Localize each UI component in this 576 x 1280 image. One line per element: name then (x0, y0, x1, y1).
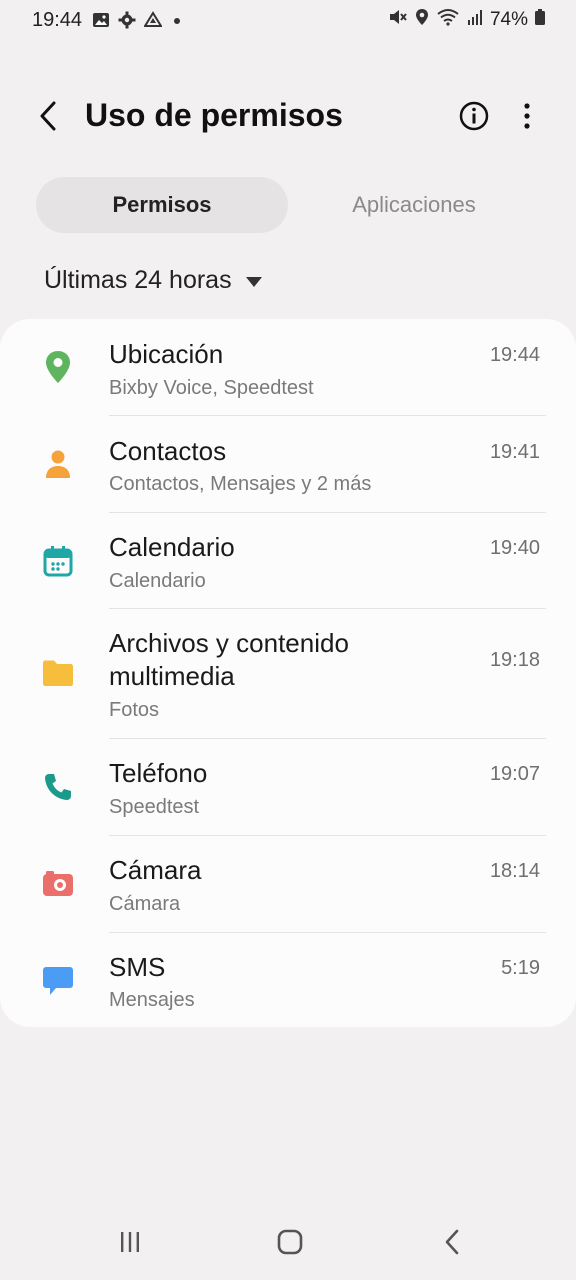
list-item-archivos[interactable]: Archivos y contenido multimedia Fotos 19… (0, 609, 576, 739)
list-item-contactos[interactable]: Contactos Contactos, Mensajes y 2 más 19… (0, 416, 576, 512)
permission-time: 19:18 (489, 649, 540, 671)
camera-icon (40, 866, 76, 902)
status-time: 19:44 (32, 9, 83, 31)
permission-apps: Calendario (109, 570, 206, 592)
list-item-telefono[interactable]: Teléfono Speedtest 19:07 (0, 739, 576, 835)
permission-name: Ubicación (109, 339, 224, 369)
back-button[interactable] (30, 96, 66, 136)
back-nav-button[interactable] (428, 1224, 476, 1260)
tab-aplicaciones[interactable]: Aplicaciones (288, 177, 540, 233)
permission-apps: Fotos (109, 699, 160, 721)
list-item-camara[interactable]: Cámara Cámara 18:14 (0, 836, 576, 932)
calendar-icon (40, 543, 76, 579)
image-icon (92, 11, 110, 34)
folder-icon (40, 655, 76, 691)
more-options-button[interactable] (512, 96, 542, 136)
permission-apps: Cámara (109, 893, 181, 915)
battery-icon (534, 8, 546, 32)
recents-button[interactable] (106, 1224, 154, 1260)
permission-time: 19:41 (489, 441, 540, 463)
list-item-ubicacion[interactable]: Ubicación Bixby Voice, Speedtest 19:44 (0, 319, 576, 415)
time-range-label: Últimas 24 horas (44, 266, 232, 294)
permission-name: Teléfono (109, 758, 208, 788)
permission-name: Calendario (109, 532, 235, 562)
phone-icon (40, 769, 76, 805)
permission-name: Cámara (109, 855, 202, 885)
list-item-sms[interactable]: SMS Mensajes 5:19 (0, 933, 576, 1027)
drive-icon (143, 11, 163, 34)
page-title: Uso de permisos (85, 97, 343, 133)
location-icon (414, 8, 430, 32)
permission-time: 5:19 (501, 957, 540, 979)
battery-label: 74% (489, 9, 528, 30)
permissions-list: Ubicación Bixby Voice, Speedtest 19:44 C… (0, 319, 576, 1027)
info-button[interactable] (456, 98, 492, 134)
home-icon (277, 1229, 303, 1255)
message-icon (40, 963, 76, 999)
app-bar: Uso de permisos (0, 80, 576, 152)
more-vert-icon (524, 103, 530, 129)
tab-permisos[interactable]: Permisos (36, 177, 288, 233)
chevron-left-icon (40, 101, 56, 131)
permission-apps: Bixby Voice, Speedtest (109, 377, 314, 399)
permission-time: 19:40 (489, 537, 540, 559)
person-icon (40, 446, 76, 482)
permission-apps: Contactos, Mensajes y 2 más (109, 473, 372, 495)
list-item-calendario[interactable]: Calendario Calendario 19:40 (0, 513, 576, 608)
status-bar: 19:44 74% (0, 0, 576, 42)
permission-apps: Mensajes (109, 989, 195, 1011)
gear-icon (118, 11, 136, 34)
tab-bar: Permisos Aplicaciones (36, 177, 540, 233)
location-pin-icon (40, 349, 76, 385)
recents-icon (121, 1232, 139, 1252)
dropdown-arrow-icon (245, 276, 262, 287)
permission-name: Archivos y contenido multimedia (109, 628, 349, 691)
info-icon (459, 101, 489, 131)
permission-apps: Speedtest (109, 796, 200, 818)
home-button[interactable] (266, 1224, 314, 1260)
navigation-bar (0, 1210, 576, 1274)
time-range-dropdown[interactable]: Últimas 24 horas (44, 266, 262, 295)
back-icon (445, 1229, 459, 1255)
permission-name: Contactos (109, 436, 227, 466)
mute-icon (388, 8, 408, 32)
wifi-icon (436, 8, 460, 32)
permission-time: 18:14 (489, 860, 540, 882)
dot-icon (170, 11, 184, 34)
permission-time: 19:07 (489, 763, 540, 785)
permission-name: SMS (109, 952, 166, 982)
permission-time: 19:44 (489, 344, 540, 366)
signal-icon (466, 8, 484, 32)
